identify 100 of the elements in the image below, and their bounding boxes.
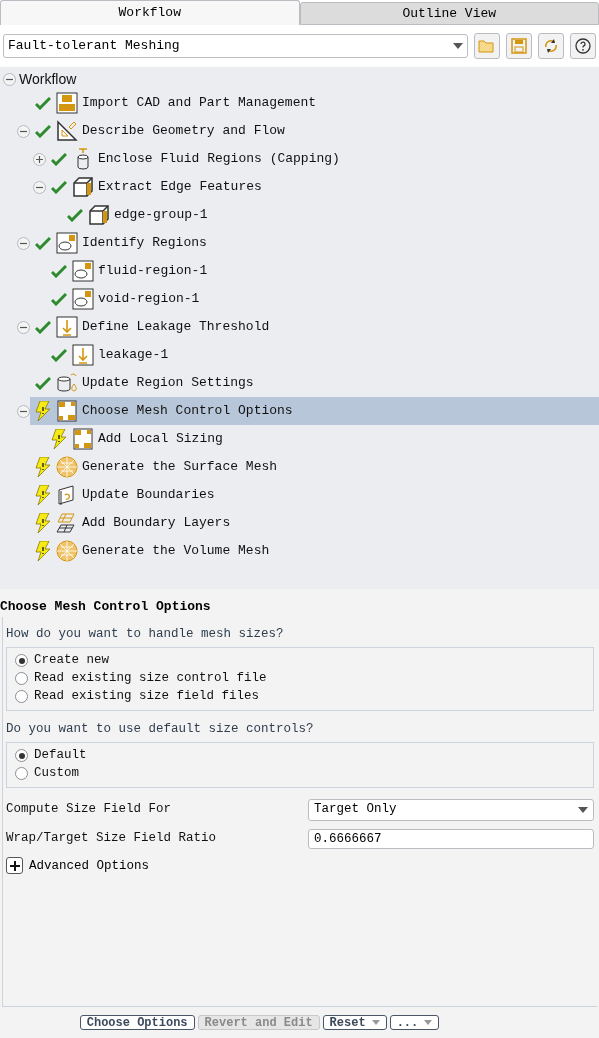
workflow-step[interactable]: Update Region Settings [30,369,599,397]
collapse-toggle[interactable] [16,320,30,334]
toolbar-button[interactable] [570,33,596,59]
workflow-step[interactable]: Generate the Volume Mesh [30,537,599,565]
expand-button[interactable] [6,857,23,875]
question-label: Do you want to use default size controls? [6,720,315,738]
action-button[interactable]: ... [389,1015,440,1030]
radio-button[interactable] [15,654,28,668]
panel-title: Choose Mesh Control Options [0,598,212,616]
lightning-icon [51,429,67,449]
step-label: Generate the Surface Mesh [82,458,278,477]
collapse-toggle[interactable] [3,72,16,86]
workflow-step[interactable]: leakage-1 [46,341,599,369]
sphere-mesh-icon [56,456,78,478]
checkmark-icon [35,96,51,110]
step-label: Describe Geometry and Flow [82,122,285,141]
workflow-step[interactable]: Update Boundaries [30,481,599,509]
workflow-step[interactable]: void-region-1 [46,285,599,313]
collapse-toggle[interactable] [16,236,30,250]
refresh-icon [543,38,559,54]
workflow-step[interactable]: Choose Mesh Control Options [30,397,599,425]
checkmark-icon [51,348,67,362]
question-label: How do you want to handle mesh sizes? [6,626,285,643]
workflow-step[interactable]: Extract Edge Features [46,173,599,201]
option-label: Custom [34,765,79,783]
step-label: Add Boundary Layers [82,514,231,533]
ratio-input[interactable]: 0.6666667 [308,828,594,849]
step-label: void-region-1 [98,290,200,309]
collapse-toggle[interactable] [32,180,46,194]
field-label: Compute Size Field For [6,801,173,819]
step-label: Define Leakage Threshold [82,318,270,337]
checkmark-icon [51,264,67,278]
option-label: Read existing size field files [34,688,260,706]
step-label: Identify Regions [82,234,207,253]
save-icon [511,38,527,54]
radio-button[interactable] [15,672,28,686]
region-icon [72,288,94,310]
step-label: Update Boundaries [82,486,215,505]
plus-icon [9,860,20,871]
cylinder-drop-icon [56,372,78,394]
lightning-icon [35,401,51,421]
step-label: edge-group-1 [114,206,208,225]
option-label: Read existing size control file [34,670,267,688]
lightning-icon [35,485,51,505]
tab[interactable]: Workflow [0,0,300,25]
radio-button[interactable] [15,767,28,780]
advanced-options-label: Advanced Options [29,857,150,875]
layers-icon [56,512,78,534]
option-label: Create new [34,652,109,670]
cube-icon [88,204,110,226]
step-label: fluid-region-1 [98,262,208,281]
tab[interactable]: Outline View [299,2,599,25]
checkmark-icon [51,180,67,194]
mesh-control-icon [56,400,78,422]
step-label: Generate the Volume Mesh [82,542,270,561]
mesh-control-icon [72,428,94,450]
workflow-step[interactable]: Add Boundary Layers [30,509,599,537]
size-field-dropdown[interactable]: Target Only [308,798,594,821]
radio-button[interactable] [15,690,28,704]
step-label: leakage-1 [98,346,169,365]
checkmark-icon [67,208,83,222]
lightning-icon [35,457,51,477]
workflow-step[interactable]: Identify Regions [30,229,599,257]
help-icon [575,38,591,54]
expand-toggle[interactable] [32,152,46,166]
workflow-step[interactable]: edge-group-1 [62,201,599,229]
lightning-icon [35,513,51,533]
region-icon [72,260,94,282]
checkmark-icon [35,124,51,138]
collapse-toggle[interactable] [16,404,30,418]
action-button[interactable]: Choose Options [79,1015,195,1030]
checkmark-icon [35,236,51,250]
step-label: Extract Edge Features [98,178,262,197]
collapse-toggle[interactable] [16,124,30,138]
step-label: Import CAD and Part Management [82,94,317,113]
workflow-step[interactable]: Enclose Fluid Regions (Capping) [46,145,599,173]
workflow-step[interactable]: Add Local Sizing [46,425,599,453]
workflow-step[interactable]: Import CAD and Part Management [30,89,599,117]
field-label: Wrap/Target Size Field Ratio [6,830,218,848]
step-label: Update Region Settings [82,374,254,393]
radio-button[interactable] [15,749,28,762]
caret-icon [578,806,588,813]
checkmark-icon [51,292,67,306]
plus-icon [35,155,43,163]
checkmark-icon [35,320,51,334]
cad-icon [56,92,78,114]
region-icon [56,232,78,254]
step-label: Add Local Sizing [98,430,223,449]
checkmark-icon [35,376,51,390]
workflow-dropdown[interactable]: Fault-tolerant Meshing [3,34,468,58]
step-label: Enclose Fluid Regions (Capping) [98,150,340,169]
workflow-step[interactable]: Describe Geometry and Flow [30,117,599,145]
tree-root-label: Workflow [19,69,77,89]
cube-icon [72,176,94,198]
action-button[interactable]: Reset [322,1015,387,1030]
workflow-step[interactable]: Generate the Surface Mesh [30,453,599,481]
lightning-icon [35,541,51,561]
checkmark-icon [51,152,67,166]
workflow-step[interactable]: fluid-region-1 [46,257,599,285]
workflow-step[interactable]: Define Leakage Threshold [30,313,599,341]
